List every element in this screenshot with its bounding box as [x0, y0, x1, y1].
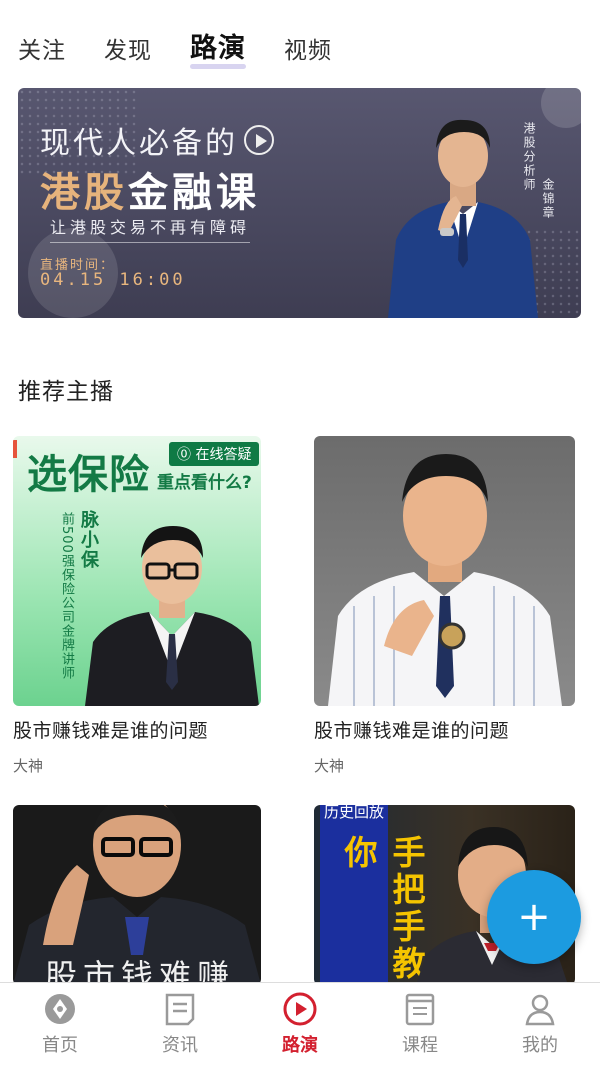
app-screen: 关注 发现 路演 视频 现代人必备的 港股金融课 让港股交易不再有障碍 直播时间…	[0, 0, 600, 1067]
nav-label-roadshow: 路演	[282, 1035, 318, 1056]
nav-label-course: 课程	[402, 1035, 438, 1056]
thumb-subheadline: 重点看什么?	[157, 473, 252, 493]
card-title: 股市赚钱难是谁的问题	[314, 720, 510, 742]
banner-presenter-role: 港股分析师	[522, 122, 536, 192]
thumb-head-label: 历史回放	[324, 805, 385, 821]
course-book-icon	[402, 991, 438, 1027]
banner-title-white: 金融课	[128, 170, 260, 216]
news-icon	[162, 991, 198, 1027]
anchor-card[interactable]: 选保险 ⓪ 在线答疑 重点看什么? 脉小保 前500强保险公司金牌讲师 股市赚钱…	[13, 436, 275, 776]
card-author: 大神	[13, 757, 44, 775]
plus-icon: +	[517, 894, 551, 940]
tab-follow[interactable]: 关注	[18, 31, 66, 65]
add-button[interactable]: +	[487, 870, 581, 964]
card-thumbnail: 股市钱难赚	[13, 805, 261, 985]
banner-title: 港股金融课	[40, 160, 260, 218]
card-thumbnail	[314, 436, 575, 706]
card-title: 股市赚钱难是谁的问题	[13, 720, 209, 742]
play-icon	[244, 125, 274, 155]
thumb-badge: ⓪ 在线答疑	[169, 442, 260, 466]
play-circle-icon	[282, 991, 318, 1027]
nav-label-news: 资讯	[162, 1035, 198, 1056]
anchor-card[interactable]: 股市赚钱难是谁的问题 大神	[314, 436, 576, 776]
home-compass-icon	[42, 991, 78, 1027]
speaker-photo	[85, 526, 259, 706]
tab-discover[interactable]: 发现	[104, 31, 152, 65]
nav-item-home[interactable]: 首页	[10, 991, 110, 1067]
nav-item-roadshow[interactable]: 路演	[250, 991, 350, 1067]
tab-roadshow[interactable]: 路演	[190, 26, 246, 69]
banner-presenter-name: 金锦章	[541, 178, 555, 220]
promo-banner[interactable]: 现代人必备的 港股金融课 让港股交易不再有障碍 直播时间： 04.15 16:0…	[18, 88, 581, 318]
banner-line1: 现代人必备的	[40, 118, 274, 162]
bottom-nav: 首页 资讯 路演 课程 我的	[0, 982, 600, 1067]
banner-time-value: 04.15 16:00	[40, 270, 186, 290]
card-author: 大神	[314, 757, 345, 775]
card-thumbnail: 选保险 ⓪ 在线答疑 重点看什么? 脉小保 前500强保险公司金牌讲师	[13, 436, 261, 706]
nav-item-course[interactable]: 课程	[370, 991, 470, 1067]
thumb-speaker-desc: 前500强保险公司金牌讲师	[59, 512, 74, 680]
banner-tagline: 让港股交易不再有障碍	[50, 214, 251, 243]
thumb-overlay-text: 股市钱难赚	[45, 957, 236, 985]
nav-label-me: 我的	[522, 1035, 558, 1056]
nav-item-news[interactable]: 资讯	[130, 991, 230, 1067]
top-tab-bar: 关注 发现 路演 视频	[18, 26, 332, 69]
tab-video[interactable]: 视频	[284, 31, 332, 65]
anchor-card[interactable]: 股市钱难赚	[13, 805, 275, 985]
nav-item-me[interactable]: 我的	[490, 991, 590, 1067]
user-icon	[522, 991, 558, 1027]
thumb-headline: 选保险	[27, 452, 150, 498]
section-title-recommended: 推荐主播	[18, 379, 114, 405]
banner-line1-text: 现代人必备的	[40, 126, 238, 161]
thumb-accent-bar	[13, 440, 17, 458]
nav-label-home: 首页	[42, 1035, 78, 1056]
speaker-photo	[328, 454, 562, 706]
banner-title-gold: 港股	[40, 170, 128, 216]
